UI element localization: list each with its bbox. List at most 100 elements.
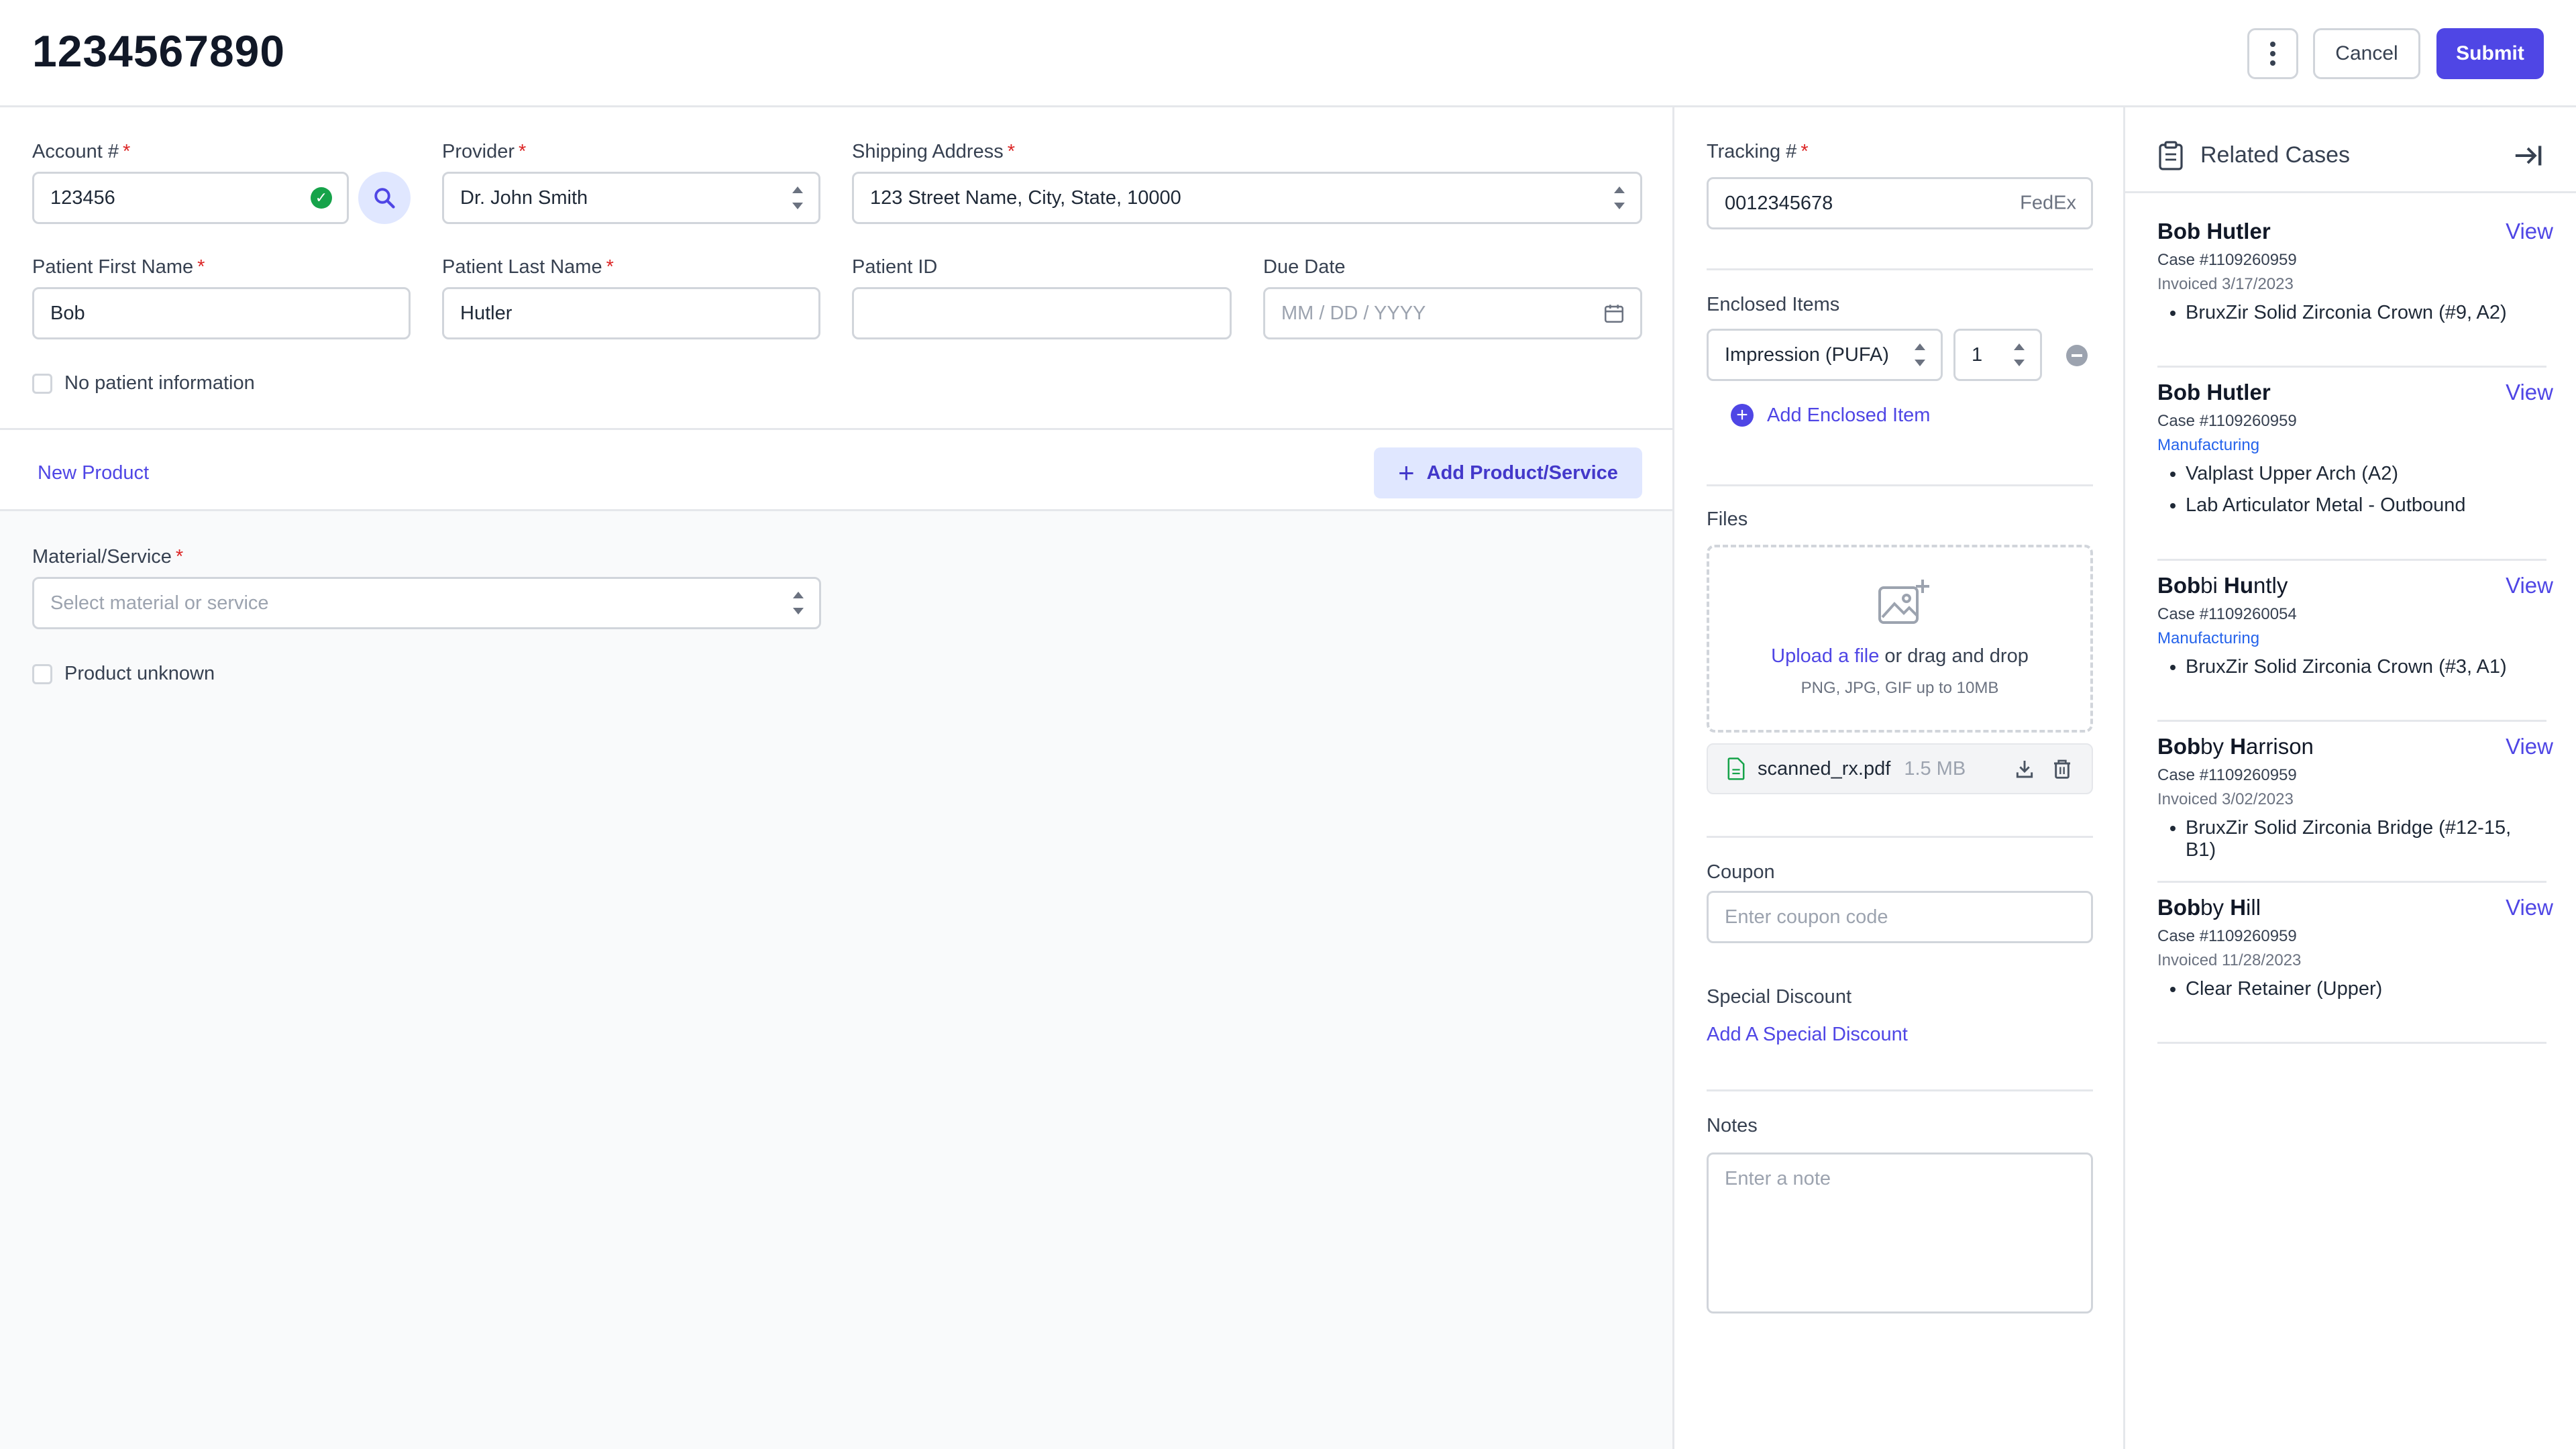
case-patient-name: Bobby Harrison	[2157, 734, 2314, 759]
divider	[1707, 484, 2093, 486]
case-patient-name: Bob Hutler	[2157, 380, 2271, 405]
verified-check-icon: ✓	[311, 187, 332, 209]
add-enclosed-label: Add Enclosed Item	[1767, 404, 1931, 426]
first-name-label: Patient First Name *	[32, 256, 205, 278]
case-patient-name: Bobbi Huntly	[2157, 573, 2288, 598]
cancel-button[interactable]: Cancel	[2313, 28, 2420, 79]
tracking-label: Tracking # *	[1707, 141, 1809, 162]
remove-item-icon[interactable]	[2066, 345, 2088, 366]
view-case-link[interactable]: View	[2506, 380, 2553, 405]
provider-select[interactable]: Dr. John Smith	[442, 172, 820, 224]
search-icon	[374, 188, 395, 209]
account-label: Account # *	[32, 141, 131, 162]
page-title: 1234567890	[32, 26, 286, 76]
case-item: Lab Articulator Metal - Outbound	[2186, 494, 2466, 517]
shipping-address-select[interactable]: 123 Street Name, City, State, 10000	[852, 172, 1642, 224]
selector-icon	[1613, 186, 1625, 209]
no-patient-checkbox-row[interactable]: No patient information	[32, 372, 255, 394]
product-tabs: New Product + Add Product/Service	[0, 430, 1672, 526]
calendar-icon	[1604, 305, 1624, 323]
case-number: Case #1109260054	[2157, 605, 2297, 623]
case-status: Manufacturing	[2157, 436, 2260, 454]
due-date-label: Due Date	[1263, 256, 1346, 278]
case-status: Invoiced 3/02/2023	[2157, 790, 2294, 808]
material-select[interactable]: Select material or service	[32, 577, 821, 629]
case-patient-name: Bobby Hill	[2157, 895, 2261, 920]
upload-link[interactable]: Upload a file	[1771, 645, 1879, 667]
no-patient-checkbox[interactable]	[32, 373, 52, 394]
case-item: BruxZir Solid Zirconia Crown (#3, A1)	[2186, 656, 2507, 678]
product-unknown-checkbox[interactable]	[32, 663, 52, 684]
case-patient-name: Bob Hutler	[2157, 219, 2271, 244]
add-enclosed-item-button[interactable]: + Add Enclosed Item	[1731, 404, 1930, 427]
related-case-card: Bob Hutler View Case #1109260959 Manufac…	[2157, 380, 2553, 561]
plus-icon: +	[1398, 457, 1415, 488]
coupon-input[interactable]: Enter coupon code	[1707, 891, 2093, 943]
add-special-discount-link[interactable]: Add A Special Discount	[1707, 1024, 1908, 1046]
related-case-card: Bobby Harrison View Case #1109260959 Inv…	[2157, 734, 2553, 883]
add-product-label: Add Product/Service	[1426, 462, 1618, 484]
download-icon[interactable]	[2014, 758, 2035, 780]
case-item: Valplast Upper Arch (A2)	[2186, 463, 2466, 485]
product-panel: Material/Service * Select material or ser…	[0, 511, 1672, 1449]
selector-icon	[1914, 343, 1926, 366]
related-cases-header: Related Cases	[2125, 107, 2576, 193]
divider	[1707, 268, 2093, 270]
upload-text: Upload a file or drag and drop	[1771, 645, 2029, 667]
tracking-input[interactable]: 0012345678 FedEx	[1707, 177, 2093, 229]
enclosed-items-label: Enclosed Items	[1707, 294, 1840, 315]
notes-textarea[interactable]: Enter a note	[1707, 1152, 2093, 1313]
carrier-label: FedEx	[2020, 192, 2076, 214]
file-dropzone[interactable]: Upload a file or drag and drop PNG, JPG,…	[1707, 545, 2093, 733]
add-product-button[interactable]: + Add Product/Service	[1374, 447, 1642, 498]
first-name-input[interactable]: Bob	[32, 287, 411, 339]
no-patient-label: No patient information	[64, 372, 255, 394]
divider	[1707, 836, 2093, 838]
case-items: Clear Retainer (Upper)	[2186, 978, 2382, 1010]
related-cases-panel: Related Cases Bob Hutler View Case #1109…	[2125, 107, 2576, 1449]
trash-icon[interactable]	[2051, 758, 2073, 780]
submit-button[interactable]: Submit	[2436, 28, 2544, 79]
selector-icon	[2013, 343, 2025, 366]
case-status: Invoiced 3/17/2023	[2157, 275, 2294, 293]
selector-icon	[792, 186, 804, 209]
enclosed-item-select[interactable]: Impression (PUFA)	[1707, 329, 1943, 381]
due-date-input[interactable]: MM / DD / YYYY	[1263, 287, 1642, 339]
case-items: BruxZir Solid Zirconia Bridge (#12-15, B…	[2186, 817, 2546, 871]
file-name: scanned_rx.pdf	[1758, 757, 1891, 780]
product-unknown-row[interactable]: Product unknown	[32, 663, 215, 685]
case-item: Clear Retainer (Upper)	[2186, 978, 2382, 1000]
more-options-button[interactable]	[2247, 28, 2298, 79]
collapse-panel-icon[interactable]	[2513, 142, 2542, 169]
document-icon	[1727, 757, 1745, 780]
patient-id-label: Patient ID	[852, 256, 938, 278]
coupon-label: Coupon	[1707, 861, 1775, 883]
last-name-input[interactable]: Hutler	[442, 287, 820, 339]
product-unknown-label: Product unknown	[64, 663, 215, 684]
notes-label: Notes	[1707, 1115, 1758, 1136]
files-label: Files	[1707, 508, 1748, 530]
enclosed-qty-select[interactable]: 1	[1953, 329, 2042, 381]
related-case-card: Bob Hutler View Case #1109260959 Invoice…	[2157, 219, 2553, 368]
page-header: 1234567890 Cancel Submit	[0, 0, 2576, 107]
clipboard-icon	[2159, 141, 2183, 170]
image-upload-icon	[1878, 580, 1929, 624]
shipping-address-label: Shipping Address *	[852, 141, 1016, 162]
case-items: BruxZir Solid Zirconia Crown (#9, A2)	[2186, 302, 2507, 333]
shipping-panel: Tracking # * 0012345678 FedEx Enclosed It…	[1674, 107, 2125, 1449]
material-label: Material/Service *	[32, 546, 184, 568]
special-discount-label: Special Discount	[1707, 986, 1851, 1008]
case-items: BruxZir Solid Zirconia Crown (#3, A1)	[2186, 656, 2507, 688]
view-case-link[interactable]: View	[2506, 219, 2553, 244]
account-search-button[interactable]	[358, 172, 411, 224]
plus-circle-icon: +	[1731, 404, 1754, 427]
view-case-link[interactable]: View	[2506, 734, 2553, 759]
kebab-icon	[2270, 40, 2275, 68]
view-case-link[interactable]: View	[2506, 895, 2553, 920]
divider	[1707, 1089, 2093, 1091]
account-input[interactable]: 123456 ✓	[32, 172, 349, 224]
view-case-link[interactable]: View	[2506, 573, 2553, 598]
provider-label: Provider *	[442, 141, 527, 162]
patient-id-input[interactable]	[852, 287, 1232, 339]
case-item: BruxZir Solid Zirconia Crown (#9, A2)	[2186, 302, 2507, 324]
